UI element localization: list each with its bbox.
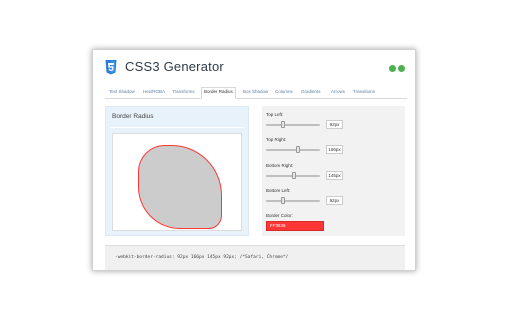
divider: [110, 127, 244, 128]
css3-shield-icon: [105, 60, 117, 75]
tab-columns[interactable]: Columns: [275, 88, 293, 98]
bottom-left-input[interactable]: 92px: [326, 196, 343, 205]
bottom-left-slider[interactable]: [266, 197, 320, 204]
preview-canvas: [112, 133, 242, 231]
top-right-slider[interactable]: [266, 146, 320, 153]
bottom-left-label: Bottom Left:: [266, 188, 291, 193]
controls-panel: Top Left: 92px Top Right: 166px Bottom R…: [262, 106, 405, 236]
tab-text-shadow[interactable]: Text Shadow: [109, 88, 135, 98]
bottom-right-slider[interactable]: [266, 172, 320, 179]
bottom-right-input[interactable]: 145px: [326, 171, 343, 180]
top-left-slider-handle[interactable]: [281, 121, 286, 128]
help-icon[interactable]: [398, 65, 405, 72]
preview-title: Border Radius: [112, 113, 154, 120]
settings-icon[interactable]: [389, 65, 396, 72]
code-text: -webkit-border-radius: 92px 166px 145px …: [115, 255, 289, 260]
bottom-right-slider-handle[interactable]: [292, 172, 297, 179]
border-color-label: Border Color:: [266, 213, 293, 218]
code-output: -webkit-border-radius: 92px 166px 145px …: [105, 245, 405, 270]
border-radius-preview-shape: [138, 145, 222, 229]
header: CSS3 Generator: [93, 50, 415, 86]
tab-gradients[interactable]: Gradients: [301, 88, 321, 98]
app-title: CSS3 Generator: [125, 59, 224, 74]
bottom-left-slider-handle[interactable]: [281, 197, 286, 204]
tab-transitions[interactable]: Transitions: [353, 88, 375, 98]
top-left-slider[interactable]: [266, 121, 320, 128]
css3-generator-popup: CSS3 Generator Text Shadow Hex/RGBA Tran…: [92, 49, 416, 271]
top-right-slider-handle[interactable]: [296, 146, 301, 153]
tab-arrows[interactable]: Arrows: [331, 88, 345, 98]
top-left-input[interactable]: 92px: [326, 120, 343, 129]
tab-bar: Text Shadow Hex/RGBA Transforms Border R…: [105, 87, 407, 99]
tab-hex-rgba[interactable]: Hex/RGBA: [143, 88, 165, 98]
tab-transforms[interactable]: Transforms: [172, 88, 195, 98]
tab-border-radius[interactable]: Border Radius: [201, 87, 236, 99]
top-left-label: Top Left:: [266, 112, 284, 117]
top-right-input[interactable]: 166px: [326, 145, 343, 154]
tab-box-shadow[interactable]: Box Shadow: [243, 88, 268, 98]
preview-panel: Border Radius: [105, 106, 249, 236]
top-right-label: Top Right:: [266, 137, 287, 142]
border-color-input[interactable]: FF3636: [266, 221, 324, 231]
bottom-right-label: Bottom Right:: [266, 163, 294, 168]
